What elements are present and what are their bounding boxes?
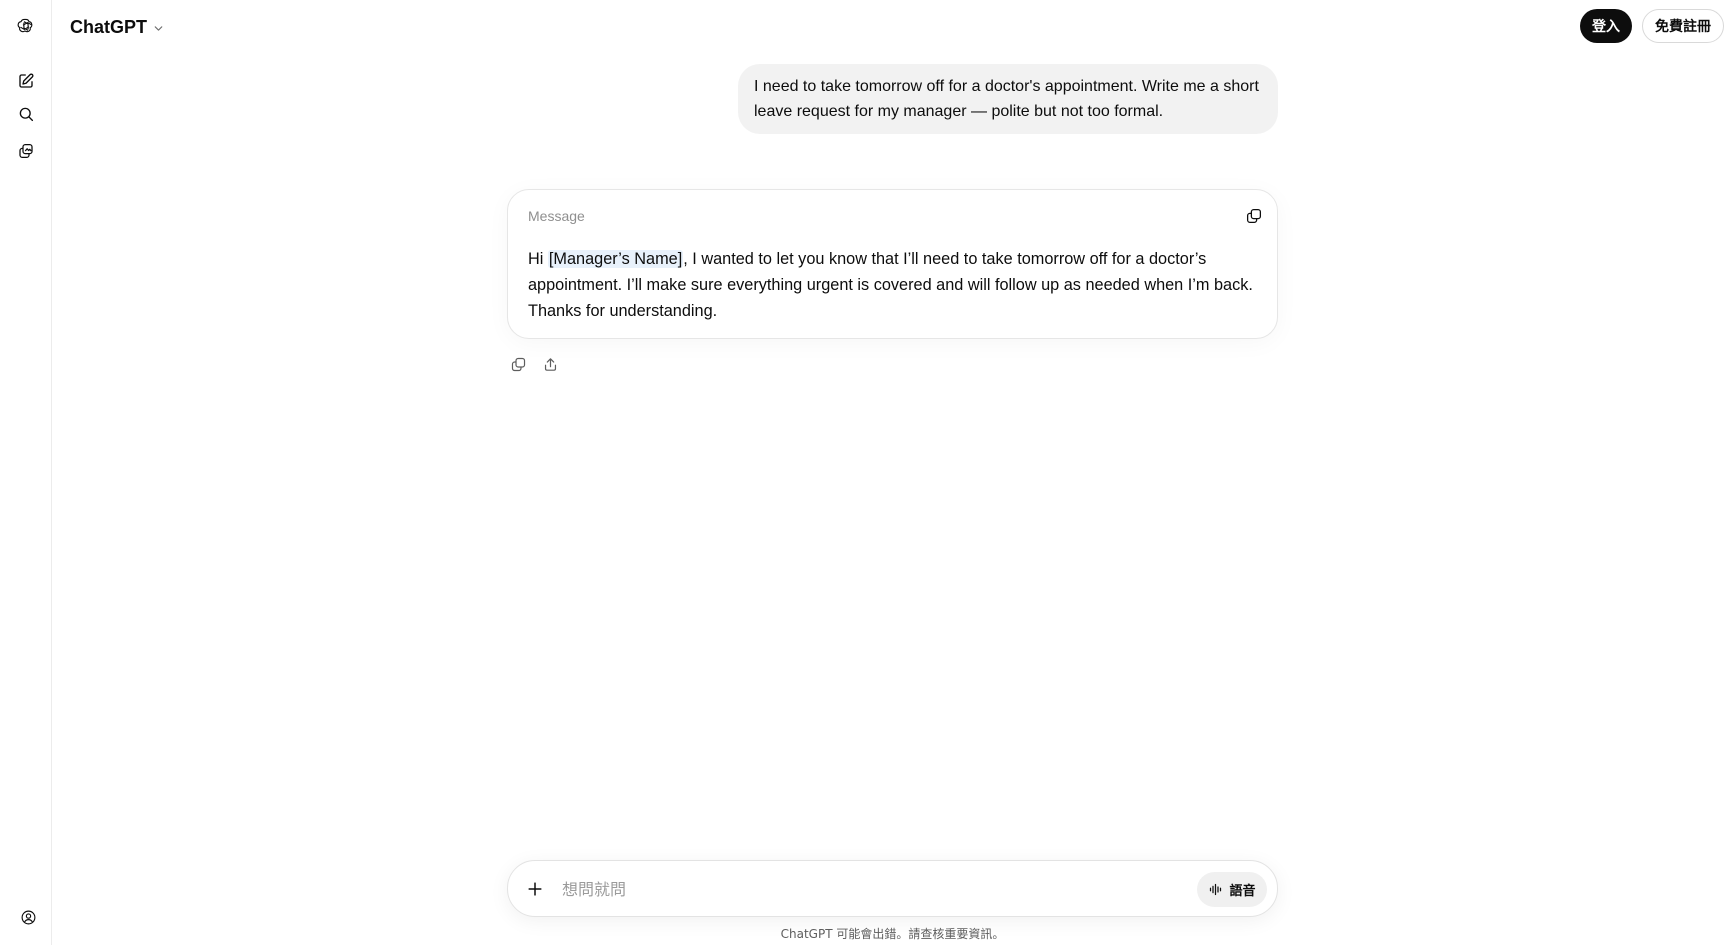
model-name: ChatGPT <box>70 16 148 37</box>
assistant-message-card: Message Hi [Manager’s Name], I wanted to… <box>507 189 1278 339</box>
login-button[interactable]: 登入 <box>1580 9 1632 43</box>
copy-icon[interactable] <box>1243 205 1265 227</box>
waveform-icon <box>1210 883 1222 896</box>
user-message-bubble: I need to take tomorrow off for a doctor… <box>738 64 1278 134</box>
sidebar-rail <box>0 0 52 945</box>
openai-logo-icon[interactable] <box>13 13 39 39</box>
manager-name-placeholder: [Manager’s Name] <box>547 250 684 268</box>
voice-button[interactable]: 語音 <box>1197 872 1267 907</box>
new-chat-icon[interactable] <box>13 68 39 94</box>
message-card-label: Message <box>528 208 585 224</box>
voice-label: 語音 <box>1229 884 1256 899</box>
message-body-prefix: Hi <box>528 250 548 268</box>
signup-button[interactable]: 免費註冊 <box>1642 9 1724 43</box>
model-switcher[interactable]: ChatGPT <box>70 14 165 40</box>
prompt-input[interactable] <box>560 875 1180 903</box>
disclaimer: ChatGPT 可能會出錯。請查核重要資訊。 <box>780 927 1005 941</box>
user-message-text: I need to take tomorrow off for a doctor… <box>754 78 1259 120</box>
chevron-down-icon <box>154 25 163 31</box>
library-icon[interactable] <box>13 138 39 164</box>
search-icon[interactable] <box>13 101 39 127</box>
message-card-body: Hi [Manager’s Name], I wanted to let you… <box>528 246 1268 324</box>
composer: 語音 <box>507 860 1278 917</box>
profile-settings-icon[interactable] <box>17 906 39 928</box>
plus-icon[interactable] <box>522 876 548 902</box>
share-icon[interactable] <box>538 352 562 376</box>
copy-response-icon[interactable] <box>506 352 530 376</box>
